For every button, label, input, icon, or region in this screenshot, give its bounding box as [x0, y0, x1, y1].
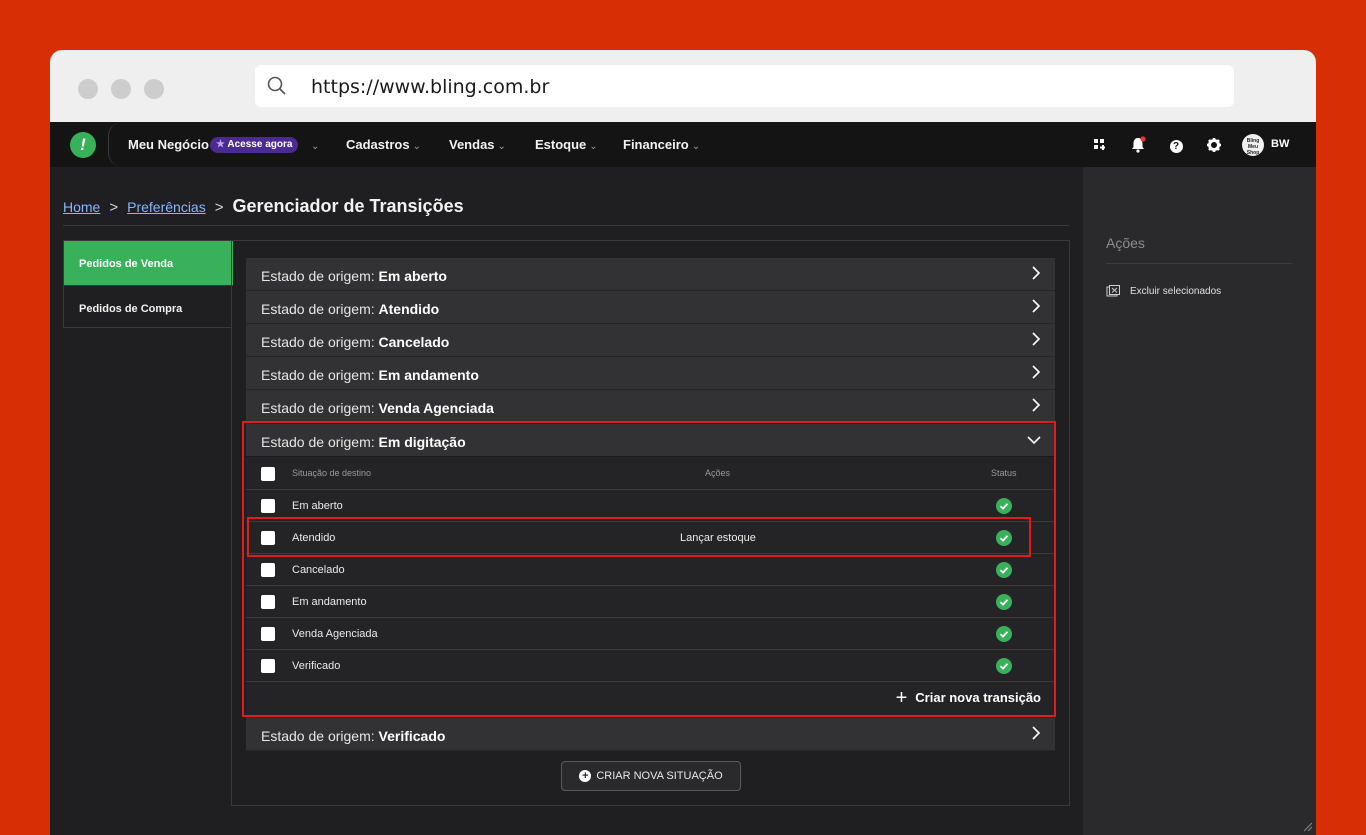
resize-handle-icon[interactable] — [1301, 820, 1313, 832]
window-close-dot[interactable] — [78, 79, 98, 99]
state-prefix: Estado de origem: — [261, 367, 375, 383]
breadcrumb: Home > Preferências > Gerenciador de Tra… — [63, 196, 464, 217]
delete-selected-action[interactable]: Excluir selecionados — [1106, 285, 1221, 297]
state-prefix: Estado de origem: — [261, 268, 375, 284]
nav-label: Cadastros — [346, 137, 410, 152]
state-row-label: Estado de origem: Cancelado — [261, 334, 449, 350]
tab-pedidos-de-venda[interactable]: Pedidos de Venda — [64, 241, 233, 285]
actions-panel-divider — [1106, 263, 1292, 264]
star-icon: ★ — [216, 139, 225, 150]
logo-separator — [108, 122, 122, 167]
actions-panel-title: Ações — [1106, 235, 1145, 251]
browser-chrome: https://www.bling.com.br — [50, 50, 1316, 122]
breadcrumb-preferences-link[interactable]: Preferências — [127, 199, 206, 215]
chevron-down-icon: ⌄ — [589, 141, 598, 152]
plus-circle-icon: + — [579, 770, 592, 782]
nav-label: Vendas — [449, 137, 495, 152]
state-name: Atendido — [378, 301, 440, 317]
state-row-label: Estado de origem: Verificado — [261, 728, 445, 744]
state-row-label: Estado de origem: Em aberto — [261, 268, 447, 284]
state-row-label: Estado de origem: Atendido — [261, 301, 439, 317]
breadcrumb-separator: > — [109, 199, 119, 216]
chevron-right-icon — [1032, 726, 1041, 740]
window-maximize-dot[interactable] — [144, 79, 164, 99]
nav-vendas[interactable]: Vendas ⌄ — [449, 137, 506, 152]
nav-estoque[interactable]: Estoque ⌄ — [535, 137, 598, 152]
order-type-tabs: Pedidos de Venda Pedidos de Compra — [63, 240, 233, 329]
highlight-atendido-row — [247, 517, 1031, 557]
state-row-em-aberto[interactable]: Estado de origem: Em aberto — [246, 258, 1055, 291]
state-row-atendido[interactable]: Estado de origem: Atendido — [246, 291, 1055, 324]
state-row-venda-agenciada[interactable]: Estado de origem: Venda Agenciada — [246, 390, 1055, 423]
state-row-em-andamento[interactable]: Estado de origem: Em andamento — [246, 357, 1055, 390]
search-icon — [267, 76, 286, 95]
bell-icon[interactable] — [1128, 135, 1148, 155]
nav-cadastros[interactable]: Cadastros ⌄ — [346, 137, 421, 152]
create-new-situation-label: CRIAR NOVA SITUAÇÃO — [596, 770, 723, 782]
chevron-down-icon: ⌄ — [691, 141, 701, 152]
user-avatar[interactable]: Bling Meu Shop — [1242, 134, 1264, 156]
chevron-right-icon — [1032, 398, 1041, 412]
state-row-label: Estado de origem: Em andamento — [261, 367, 479, 383]
state-row-cancelado[interactable]: Estado de origem: Cancelado — [246, 324, 1055, 357]
highlight-expanded-section — [242, 421, 1056, 717]
chevron-down-icon: ⌄ — [311, 141, 320, 152]
nav-meu-negocio-chevron[interactable]: ⌄ — [308, 137, 319, 152]
address-bar[interactable]: https://www.bling.com.br — [255, 65, 1234, 107]
chevron-down-icon: ⌄ — [497, 141, 506, 152]
nav-label: Estoque — [535, 137, 587, 152]
chevron-down-icon: ⌄ — [412, 141, 421, 152]
window-minimize-dot[interactable] — [111, 79, 131, 99]
actions-panel: Ações Excluir selecionados — [1083, 167, 1316, 835]
breadcrumb-home-link[interactable]: Home — [63, 199, 100, 215]
chevron-right-icon — [1032, 332, 1041, 346]
state-name: Venda Agenciada — [378, 400, 494, 416]
apps-icon[interactable] — [1090, 135, 1110, 155]
create-new-situation-button[interactable]: + CRIAR NOVA SITUAÇÃO — [561, 761, 741, 791]
gear-icon[interactable] — [1204, 135, 1224, 155]
state-name: Verificado — [378, 728, 446, 744]
user-initials[interactable]: BW — [1271, 138, 1289, 150]
title-divider — [63, 225, 1069, 226]
state-name: Em aberto — [378, 268, 447, 284]
acesse-agora-badge[interactable]: ★ Acesse agora — [210, 137, 299, 153]
chevron-right-icon — [1032, 299, 1041, 313]
state-row-label: Estado de origem: Venda Agenciada — [261, 400, 494, 416]
breadcrumb-separator: > — [214, 199, 224, 216]
delete-selected-label: Excluir selecionados — [1130, 285, 1222, 297]
badge-label: Acesse agora — [227, 139, 293, 150]
nav-label: Meu Negócio — [128, 137, 209, 152]
nav-label: Financeiro — [623, 137, 689, 152]
help-glyph: ? — [1169, 140, 1183, 153]
chevron-right-icon — [1032, 365, 1041, 379]
state-prefix: Estado de origem: — [261, 728, 375, 744]
state-name: Em andamento — [378, 367, 479, 383]
state-name: Cancelado — [378, 334, 450, 350]
state-prefix: Estado de origem: — [261, 400, 375, 416]
nav-meu-negocio[interactable]: Meu Negócio — [128, 137, 209, 152]
top-navbar: ! Meu Negócio ★ Acesse agora ⌄ Cadastros… — [50, 122, 1316, 167]
browser-window: https://www.bling.com.br ! Meu Negócio ★… — [50, 50, 1316, 835]
nav-financeiro[interactable]: Financeiro ⌄ — [623, 137, 700, 152]
tab-pedidos-de-compra[interactable]: Pedidos de Compra — [64, 285, 233, 329]
state-row-verificado[interactable]: Estado de origem: Verificado — [246, 718, 1055, 751]
page-title: Gerenciador de Transições — [232, 196, 464, 216]
state-prefix: Estado de origem: — [261, 334, 375, 350]
state-prefix: Estado de origem: — [261, 301, 375, 317]
url-text: https://www.bling.com.br — [311, 76, 550, 98]
delete-icon — [1106, 285, 1120, 297]
chevron-right-icon — [1032, 266, 1041, 280]
bling-logo[interactable]: ! — [70, 132, 96, 158]
help-icon[interactable]: ? — [1166, 135, 1186, 155]
